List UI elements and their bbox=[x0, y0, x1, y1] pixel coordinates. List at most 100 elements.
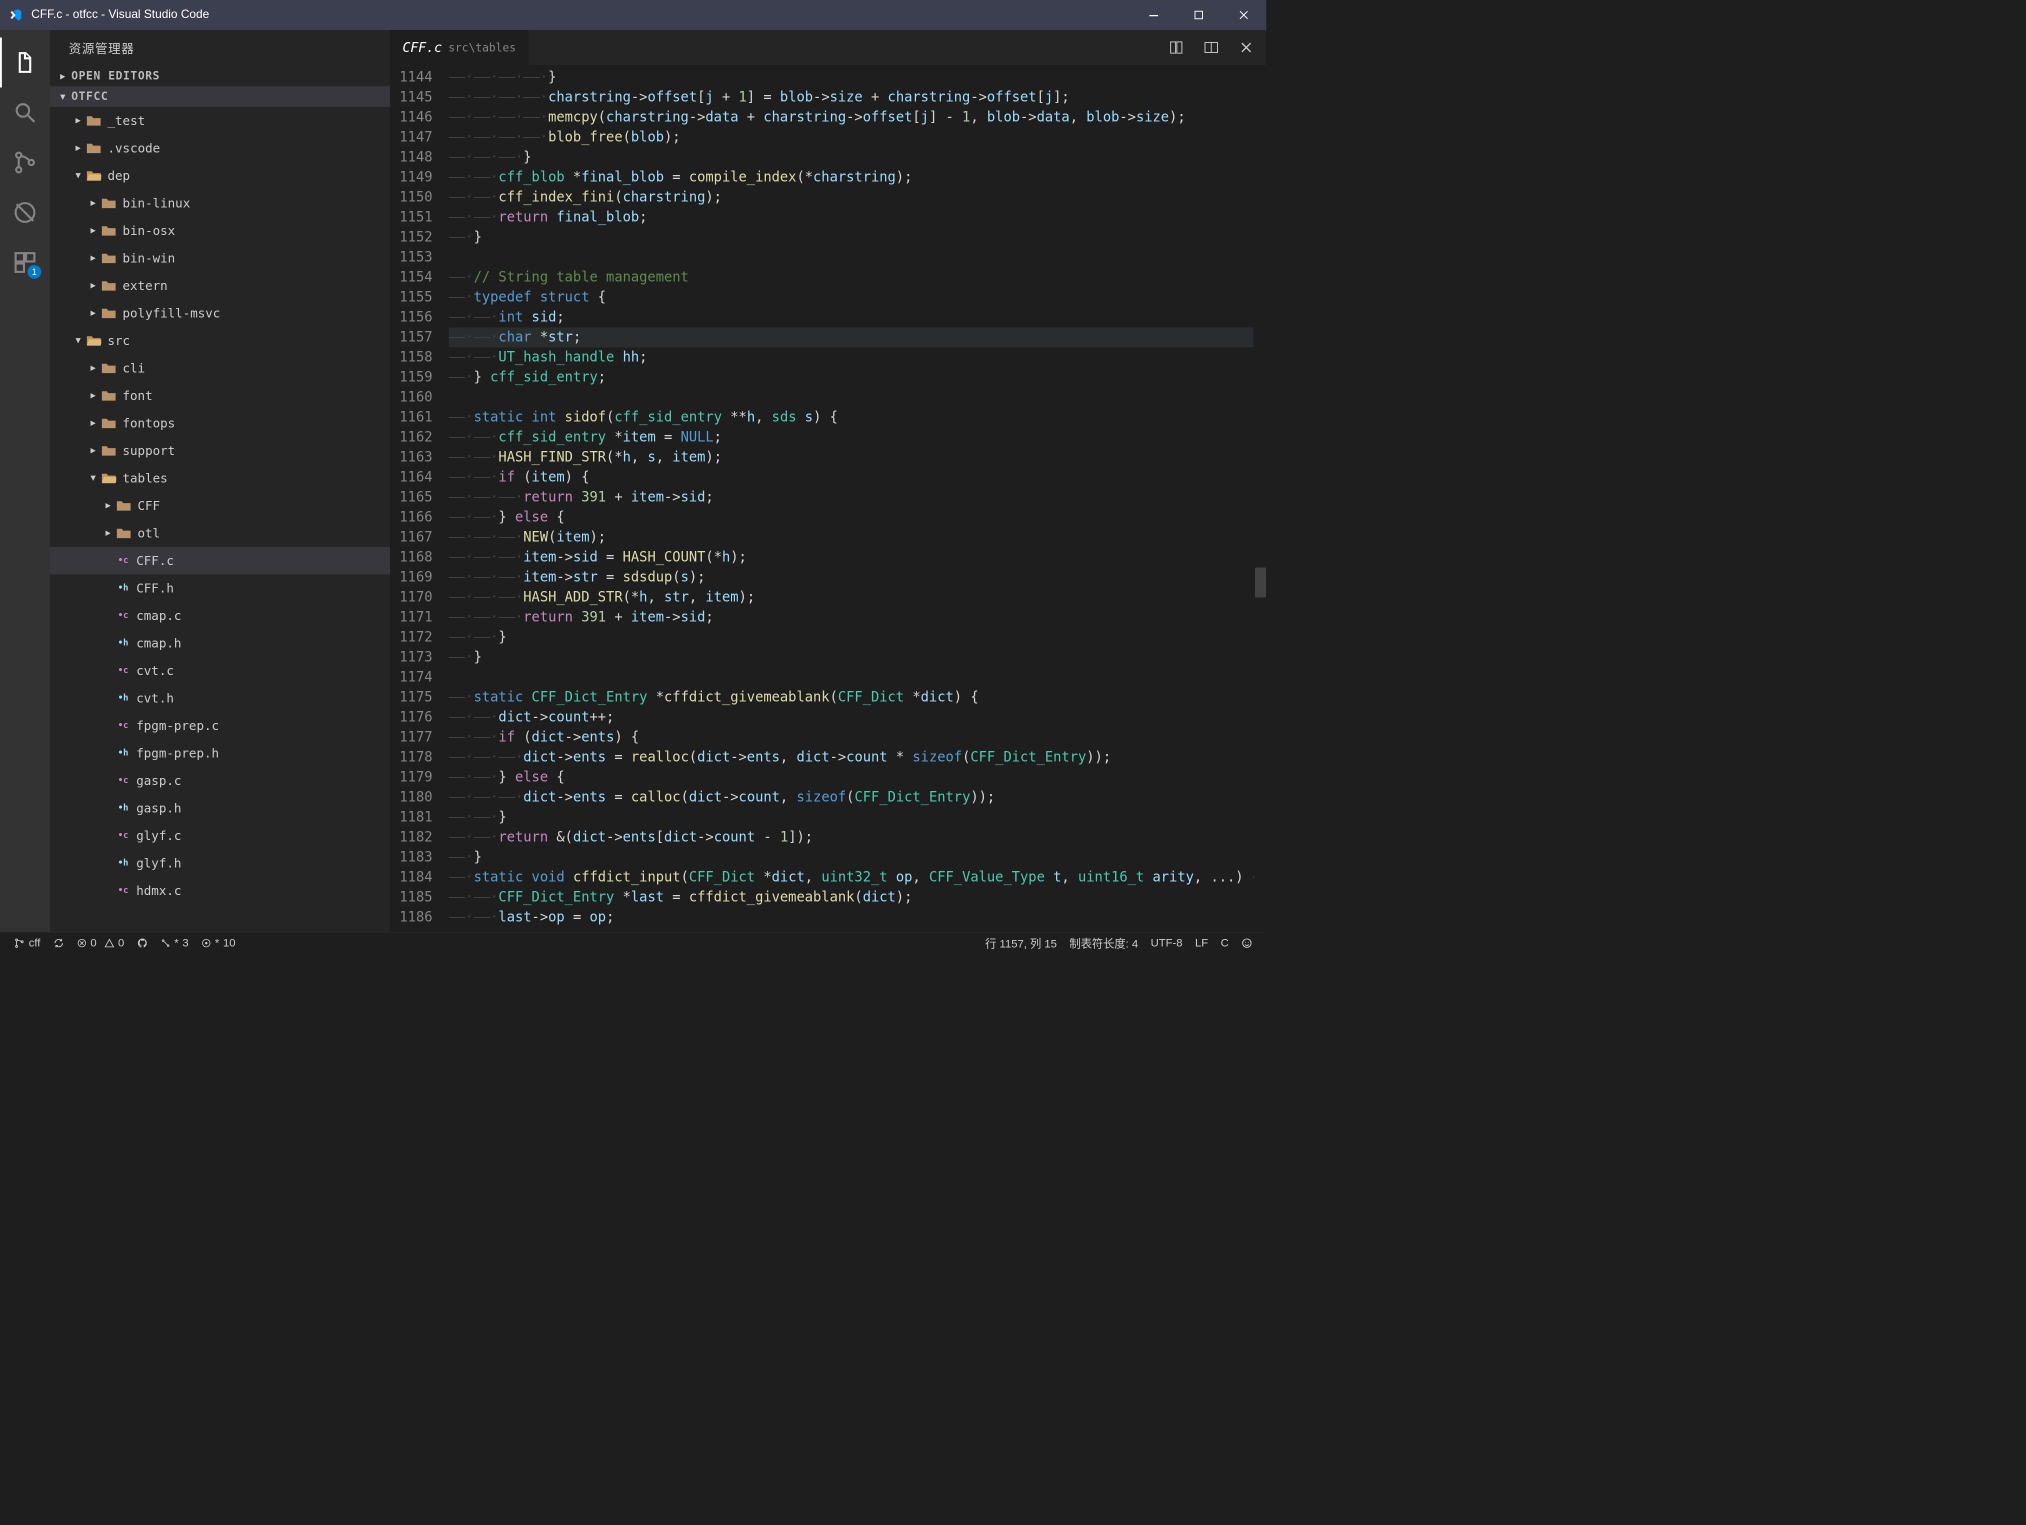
chevron-icon: ▶ bbox=[103, 501, 114, 511]
tree-folder--test[interactable]: ▶_test bbox=[50, 107, 390, 135]
tree-folder-otl[interactable]: ▶otl bbox=[50, 519, 390, 547]
activity-extensions[interactable]: 1 bbox=[0, 238, 50, 288]
tree-file-cff-h[interactable]: •hCFF.h bbox=[50, 574, 390, 602]
tree-folder-font[interactable]: ▶font bbox=[50, 382, 390, 410]
folder-icon bbox=[86, 334, 101, 347]
code-content[interactable]: ——·——·——·——·}——·——·——·——·charstring->off… bbox=[449, 65, 1254, 932]
tree-folder-polyfill-msvc[interactable]: ▶ polyfill-msvc bbox=[50, 299, 390, 327]
tree-folder-bin-linux[interactable]: ▶bin-linux bbox=[50, 189, 390, 217]
tab-cff-c[interactable]: CFF.c src\tables bbox=[390, 30, 528, 65]
tree-item-label: glyf.c bbox=[136, 828, 181, 843]
tree-item-label: extern bbox=[123, 278, 168, 293]
activity-explorer[interactable] bbox=[0, 38, 50, 88]
tree-folder-fontops[interactable]: ▶fontops bbox=[50, 409, 390, 437]
folder-icon bbox=[101, 417, 116, 430]
tree-item-label: otl bbox=[138, 526, 161, 541]
tree-file-gasp-h[interactable]: •h gasp.h bbox=[50, 794, 390, 822]
folder-icon bbox=[101, 279, 116, 292]
folder-icon bbox=[86, 114, 101, 127]
sb-feedback-icon[interactable] bbox=[1235, 935, 1259, 951]
tree-file-fpgm-prep-h[interactable]: •hfpgm-prep.h bbox=[50, 739, 390, 767]
sb-eol[interactable]: LF bbox=[1189, 935, 1215, 951]
sb-lang[interactable]: C bbox=[1214, 935, 1235, 951]
tree-file-cmap-c[interactable]: •ccmap.c bbox=[50, 602, 390, 630]
folder-icon bbox=[101, 224, 116, 237]
compare-changes-icon[interactable] bbox=[1164, 35, 1189, 60]
tree-folder-dep[interactable]: ▼dep bbox=[50, 162, 390, 190]
chevron-icon: ▶ bbox=[88, 363, 99, 373]
tabbar: CFF.c src\tables bbox=[390, 30, 1266, 65]
tree-file-glyf-h[interactable]: •hglyf.h bbox=[50, 849, 390, 877]
sb-git-info[interactable]: * 10 bbox=[195, 936, 242, 949]
editor-area: CFF.c src\tables 11441145114611471148114… bbox=[390, 30, 1266, 932]
chevron-icon: ▶ bbox=[73, 143, 84, 153]
sb-sync[interactable] bbox=[47, 937, 71, 948]
sb-errors: 0 bbox=[90, 936, 96, 949]
tree-folder-bin-win[interactable]: ▶bin-win bbox=[50, 244, 390, 272]
chevron-icon: ▶ bbox=[88, 226, 99, 236]
sb-git-star[interactable]: * 3 bbox=[154, 936, 195, 949]
sb-branch[interactable]: cff bbox=[8, 936, 47, 949]
chevron-icon: ▶ bbox=[88, 308, 99, 318]
sb-git-star-count: 3 bbox=[182, 936, 188, 949]
activity-search[interactable] bbox=[0, 88, 50, 138]
tree-item-label: cvt.c bbox=[136, 663, 174, 678]
tree-file-cff-c[interactable]: •cCFF.c bbox=[50, 547, 390, 575]
file-icon: •h bbox=[116, 582, 130, 595]
chevron-icon: ▶ bbox=[88, 198, 99, 208]
folder-icon bbox=[101, 472, 116, 485]
open-editors-header[interactable]: ▶OPEN EDITORS bbox=[50, 66, 390, 87]
tree-item-label: _test bbox=[108, 113, 146, 128]
sb-github[interactable] bbox=[130, 937, 154, 948]
sb-position[interactable]: 行 1157, 列 15 bbox=[979, 935, 1063, 951]
tree-folder-cli[interactable]: ▶cli bbox=[50, 354, 390, 382]
minimap-thumb[interactable] bbox=[1255, 568, 1266, 598]
minimap[interactable] bbox=[1254, 65, 1267, 932]
tree-item-label: fontops bbox=[123, 416, 176, 431]
tree-file-glyf-c[interactable]: •c glyf.c bbox=[50, 822, 390, 850]
tree-item-label: fpgm-prep.h bbox=[136, 746, 219, 761]
folder-icon bbox=[101, 389, 116, 402]
activity-debug[interactable] bbox=[0, 188, 50, 238]
maximize-button[interactable] bbox=[1176, 0, 1221, 30]
more-actions-icon[interactable] bbox=[1234, 35, 1259, 60]
tree-file-hdmx-c[interactable]: •chdmx.c bbox=[50, 877, 390, 905]
file-icon: •c bbox=[116, 829, 130, 842]
tree-folder-tables[interactable]: ▼ tables bbox=[50, 464, 390, 492]
file-icon: •c bbox=[116, 884, 130, 897]
minimize-button[interactable] bbox=[1131, 0, 1176, 30]
tree-item-label: cmap.h bbox=[136, 636, 181, 651]
file-icon: •c bbox=[116, 609, 130, 622]
split-editor-icon[interactable] bbox=[1199, 35, 1224, 60]
chevron-icon: ▼ bbox=[73, 171, 84, 181]
tree-file-cvt-h[interactable]: •hcvt.h bbox=[50, 684, 390, 712]
sb-problems[interactable]: 0 0 bbox=[70, 936, 130, 949]
tree-item-label: support bbox=[123, 443, 176, 458]
close-button[interactable] bbox=[1221, 0, 1266, 30]
tree-folder--vscode[interactable]: ▶.vscode bbox=[50, 134, 390, 162]
tree-folder-bin-osx[interactable]: ▶bin-osx bbox=[50, 217, 390, 245]
tree-folder-src[interactable]: ▼src bbox=[50, 327, 390, 355]
tree-folder-support[interactable]: ▶support bbox=[50, 437, 390, 465]
tree-file-gasp-c[interactable]: •cgasp.c bbox=[50, 767, 390, 795]
tree-item-label: gasp.h bbox=[136, 801, 181, 816]
project-header[interactable]: ▼OTFCC bbox=[50, 86, 390, 107]
tree-file-cmap-h[interactable]: •hcmap.h bbox=[50, 629, 390, 657]
chevron-icon: ▼ bbox=[88, 473, 99, 483]
tree-item-label: tables bbox=[123, 471, 168, 486]
chevron-icon: ▶ bbox=[88, 391, 99, 401]
tree-item-label: polyfill-msvc bbox=[123, 306, 221, 321]
tab-filename: CFF.c bbox=[403, 40, 443, 55]
tree-file-fpgm-prep-c[interactable]: •cfpgm-prep.c bbox=[50, 712, 390, 740]
sb-tabsize[interactable]: 制表符长度: 4 bbox=[1063, 935, 1144, 951]
sb-encoding[interactable]: UTF-8 bbox=[1144, 935, 1188, 951]
tree-item-label: CFF bbox=[138, 498, 161, 513]
activity-scm[interactable] bbox=[0, 138, 50, 188]
folder-icon bbox=[101, 197, 116, 210]
tree-file-cvt-c[interactable]: •ccvt.c bbox=[50, 657, 390, 685]
tab-path: src\tables bbox=[448, 41, 516, 54]
file-icon: •h bbox=[116, 802, 130, 815]
editor-body[interactable]: 1144114511461147114811491150115111521153… bbox=[390, 65, 1266, 932]
tree-folder-cff[interactable]: ▶ CFF bbox=[50, 492, 390, 520]
tree-folder-extern[interactable]: ▶extern bbox=[50, 272, 390, 300]
